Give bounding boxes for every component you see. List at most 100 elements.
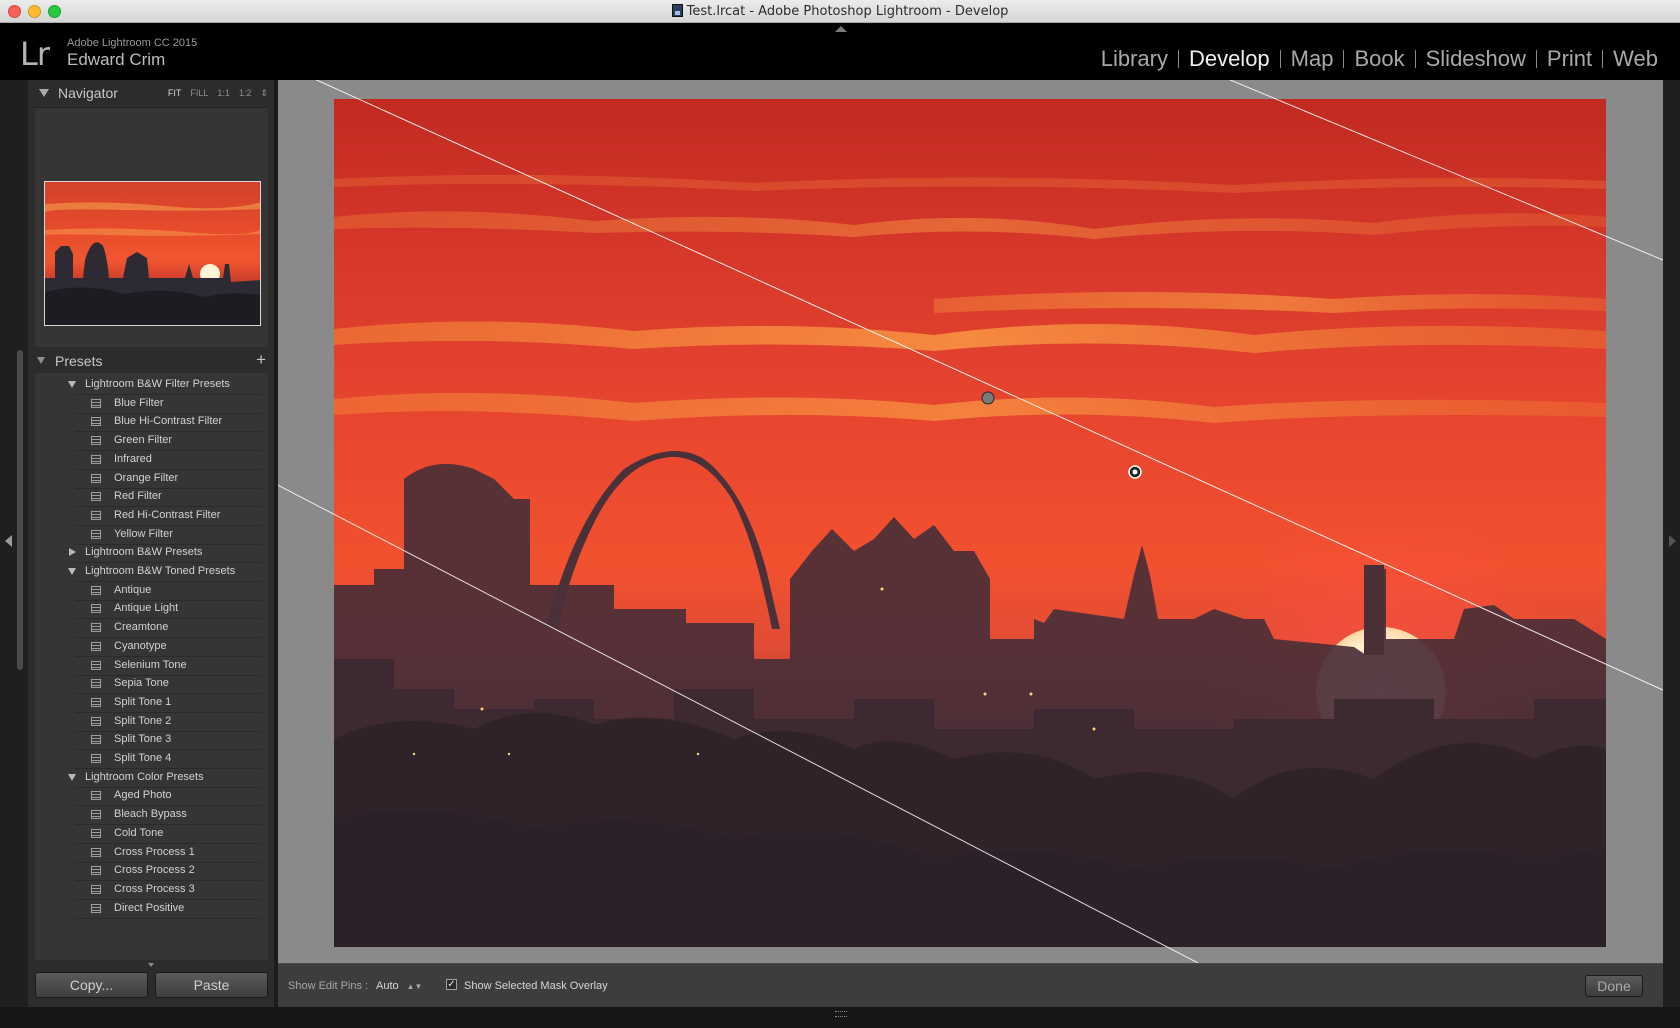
up-down-chevron-icon: ▲▼ [406,982,423,991]
show-edit-pins-value: Auto [376,980,399,992]
module-web[interactable]: Web [1603,46,1668,72]
zoom-more-chevron-icon[interactable]: ⇕ [260,88,268,99]
preset-folder[interactable]: Lightroom Color Presets [35,768,268,788]
left-panel: Navigator FIT FILL 1:1 1:2 ⇕ Presets + Light… [28,80,274,1010]
folder-expanded-triangle-icon[interactable] [68,381,76,388]
zoom-option-fit[interactable]: FIT [168,88,182,99]
preset-item[interactable]: Selenium Tone [35,656,268,676]
presets-list: Lightroom B&W Filter Presets Blue Filter B… [35,373,268,960]
navigator-header[interactable]: Navigator FIT FILL 1:1 1:2 ⇕ [28,80,274,106]
folder-collapsed-triangle-icon[interactable] [69,548,76,557]
preset-document-icon [91,679,101,689]
graduated-filter-pin[interactable] [981,391,995,405]
left-panel-edge[interactable] [0,80,28,1010]
navigator-preview-area[interactable] [35,107,268,347]
zoom-option-fill[interactable]: FILL [190,88,208,99]
expand-right-panel-icon[interactable] [1669,535,1676,547]
mask-overlay-checkbox[interactable]: ✓ [446,979,457,990]
preset-document-icon [91,585,101,595]
preset-item-label: Orange Filter [114,471,179,484]
preset-item[interactable]: Cold Tone [35,824,268,844]
preset-item-label: Split Tone 4 [114,752,172,764]
preset-item[interactable]: Red Hi-Contrast Filter [35,506,268,526]
zoom-option-1-2[interactable]: 1:2 [239,88,252,99]
preset-item[interactable]: Orange Filter [35,469,268,489]
filmstrip-grip-icon[interactable] [835,1011,847,1017]
preset-document-icon [91,847,101,857]
preset-item[interactable]: Creamtone [35,618,268,639]
preset-item[interactable]: Infrared [35,450,268,470]
preset-item-label: Cyanotype [114,639,167,652]
graduated-filter-center-line[interactable] [310,80,1663,691]
show-edit-pins-select[interactable]: Auto ▲▼ [376,980,422,992]
navigator-collapse-triangle-icon[interactable] [39,89,49,97]
preset-item[interactable]: Green Filter [35,431,268,452]
preset-item[interactable]: Antique Light [35,599,268,620]
preset-document-icon [91,903,101,913]
presets-header[interactable]: Presets + [28,348,274,374]
preset-document-icon [91,398,101,408]
preset-item-label: Cross Process 2 [114,864,195,877]
right-panel-edge[interactable] [1663,80,1680,1010]
preset-item-label: Cold Tone [114,826,164,839]
preset-document-icon [91,641,101,651]
preset-folder[interactable]: Lightroom B&W Toned Presets [35,562,268,582]
mask-overlay-label[interactable]: Show Selected Mask Overlay [464,980,608,992]
graduated-filter-overlay[interactable] [278,80,1663,963]
preset-item[interactable]: Cross Process 1 [35,843,268,863]
develop-toolbar: Show Edit Pins : Auto ▲▼ ✓ Show Selected … [278,963,1663,1007]
preset-item[interactable]: Yellow Filter [35,525,268,545]
module-print[interactable]: Print [1537,46,1602,72]
zoom-option-1-1[interactable]: 1:1 [217,88,230,99]
preset-item-label: Split Tone 2 [114,714,172,727]
module-library[interactable]: Library [1091,46,1178,72]
preset-document-icon [91,529,101,539]
navigator-thumbnail[interactable] [44,181,261,326]
preset-item[interactable]: Split Tone 4 [35,749,268,769]
preset-item[interactable]: Split Tone 2 [35,712,268,732]
plus-icon[interactable]: + [256,350,266,370]
preset-folder[interactable]: Lightroom B&W Presets [35,543,268,564]
preset-item[interactable]: Bleach Bypass [35,805,268,826]
folder-expanded-triangle-icon[interactable] [68,773,76,781]
preset-folder[interactable]: Lightroom B&W Filter Presets [35,375,268,395]
preset-document-icon [91,492,101,502]
done-button[interactable]: Done [1585,975,1643,997]
image-canvas[interactable] [278,80,1663,963]
preset-item[interactable]: Cross Process 3 [35,880,268,900]
preset-item[interactable]: Split Tone 3 [35,730,268,751]
window-title-wrap: Test.lrcat - Adobe Photoshop Lightroom -… [0,4,1680,19]
collapse-top-panel-icon[interactable] [835,26,847,32]
preset-item[interactable]: Split Tone 1 [35,693,268,713]
preset-item[interactable]: Antique [35,581,268,601]
preset-item-label: Green Filter [114,434,173,447]
copy-settings-button[interactable]: Copy... [35,972,148,998]
preset-document-icon [91,754,101,763]
preset-item[interactable]: Direct Positive [35,899,268,919]
graduated-filter-bottom-line[interactable] [278,480,1199,963]
module-map[interactable]: Map [1281,46,1344,72]
window-title: Test.lrcat - Adobe Photoshop Lightroom -… [686,4,1009,19]
preset-item[interactable]: Cross Process 2 [35,861,268,882]
module-picker: Library Develop Map Book Slideshow Print Web [1091,46,1668,72]
graduated-filter-top-line[interactable] [1223,80,1663,261]
preset-item[interactable]: Blue Hi-Contrast Filter [35,412,268,433]
catalog-document-icon [671,4,683,17]
module-slideshow[interactable]: Slideshow [1416,46,1536,72]
preset-item[interactable]: Cyanotype [35,637,268,657]
module-book[interactable]: Book [1344,46,1414,72]
paste-settings-button[interactable]: Paste [155,972,268,998]
module-develop[interactable]: Develop [1179,46,1280,72]
folder-expanded-triangle-icon[interactable] [68,568,76,575]
preset-item[interactable]: Sepia Tone [35,674,268,695]
left-panel-scrollbar[interactable] [17,350,23,670]
preset-item[interactable]: Blue Filter [35,394,268,414]
presets-collapse-triangle-icon[interactable] [37,357,45,364]
preset-item[interactable]: Aged Photo [35,786,268,807]
preset-item-label: Cross Process 3 [114,882,195,895]
preset-item-label: Split Tone 1 [114,695,172,708]
show-edit-pins-label: Show Edit Pins : [288,980,369,992]
collapse-left-panel-icon[interactable] [5,535,12,547]
preset-document-icon [91,735,101,745]
preset-item[interactable]: Red Filter [35,487,268,508]
